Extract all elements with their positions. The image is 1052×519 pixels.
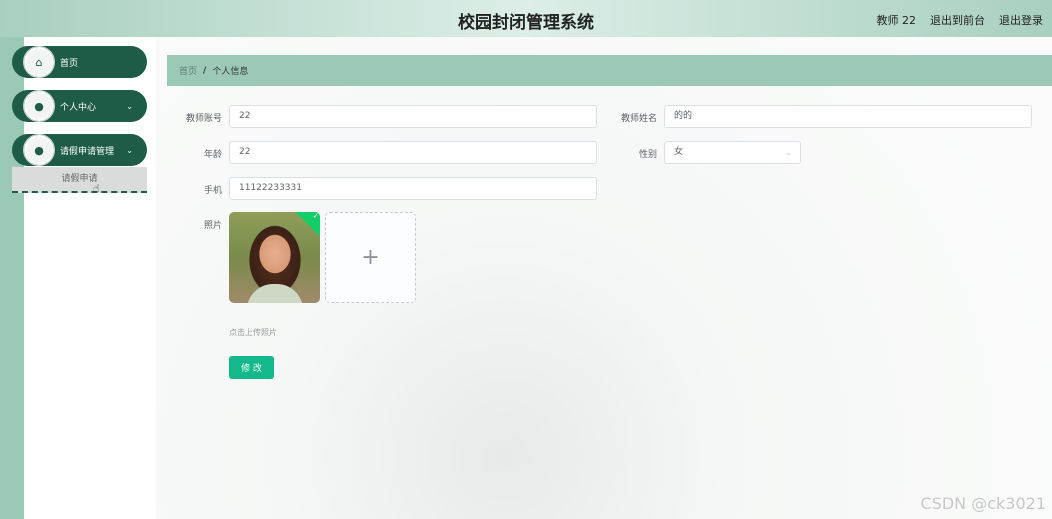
upload-tip: 点击上传照片 [229,328,277,337]
sidebar-item-label: 请假申请管理 [60,146,115,157]
account-field[interactable]: 22 [229,105,597,128]
back-to-front-link[interactable]: 退出到前台 [930,12,985,28]
current-user: 教师 22 [876,14,917,27]
breadcrumb: 首页 / 个人信息 [167,55,1052,86]
submenu-item-leave-application[interactable]: 请假申请 [12,167,147,193]
uploaded-photo[interactable]: ✓ [229,212,320,303]
user-icon: ● [23,134,55,166]
plus-icon: + [361,245,380,270]
pointer-cursor-icon: ☝ [93,182,100,195]
phone-field[interactable]: 11122233331 [229,177,597,200]
age-label: 年龄 [203,150,222,160]
home-icon: ⌂ [23,46,55,78]
check-icon: ✓ [312,212,320,221]
upload-success-badge: ✓ [295,212,320,238]
name-field[interactable]: 的的 [664,105,1032,128]
chevron-down-icon: ⌄ [785,148,792,157]
breadcrumb-home[interactable]: 首页 [179,64,197,77]
logout-link[interactable]: 退出登录 [999,12,1043,28]
top-header: 校园封闭管理系统 教师 22 退出到前台 退出登录 [0,0,1052,37]
name-label: 教师姓名 [620,114,657,124]
breadcrumb-separator: / [203,65,207,76]
upload-button[interactable]: + [325,212,416,303]
watermark: CSDN @ck3021 [920,494,1046,513]
account-label: 教师账号 [185,114,222,124]
header-actions: 教师 22 退出到前台 退出登录 [877,12,1044,28]
phone-label: 手机 [203,186,222,196]
sidebar-item-leave-management[interactable]: ● 请假申请管理 ⌄ [12,134,147,166]
age-field[interactable]: 22 [229,141,597,164]
chevron-down-icon: ⌄ [126,101,133,111]
breadcrumb-current: 个人信息 [212,67,249,77]
sidebar-item-label: 个人中心 [60,102,97,113]
gender-label: 性别 [638,150,657,160]
photo-label: 照片 [203,221,222,231]
modify-button[interactable]: 修 改 [229,356,274,379]
chevron-down-icon: ⌄ [126,145,133,155]
user-icon: ● [23,90,55,122]
sidebar-item-label: 首页 [60,58,79,69]
gender-select[interactable]: 女 ⌄ [664,141,801,164]
sidebar-item-home[interactable]: ⌂ 首页 [12,46,147,78]
gender-value: 女 [674,147,684,157]
sidebar-item-personal-center[interactable]: ● 个人中心 ⌄ [12,90,147,122]
